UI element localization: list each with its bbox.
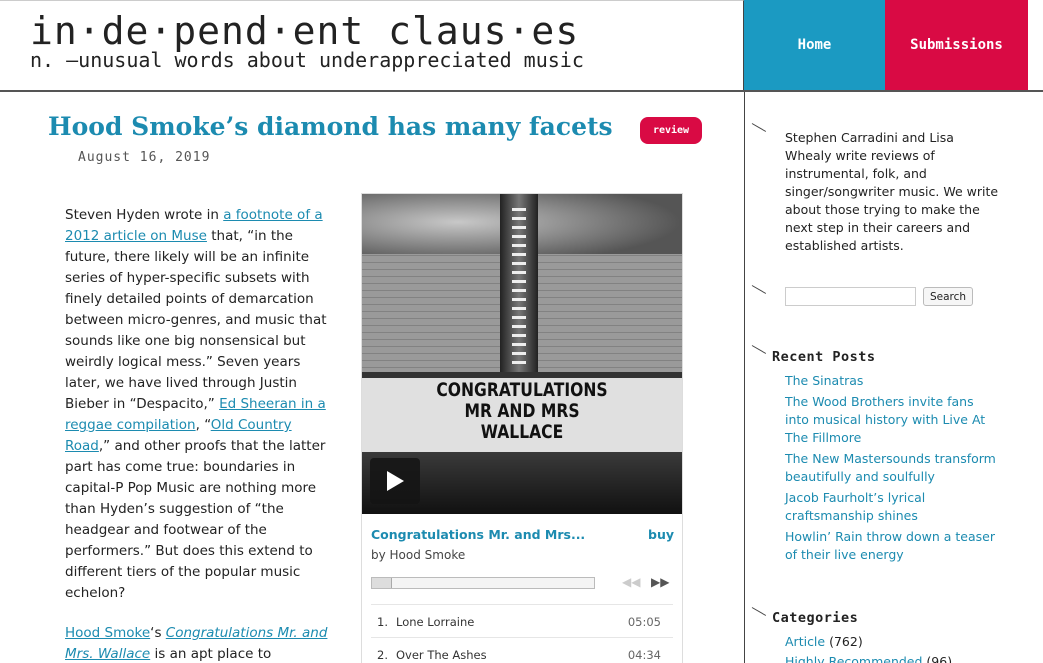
category-link[interactable]: Highly Recommended <box>785 654 922 663</box>
post-title[interactable]: Hood Smoke’s diamond has many facets <box>48 112 613 141</box>
track-name: Over The Ashes <box>396 648 487 662</box>
search-button[interactable]: Search <box>923 287 973 306</box>
site-title[interactable]: in·de·pend·ent claus·es <box>30 9 579 53</box>
player-track-title[interactable]: Congratulations Mr. and Mrs... <box>371 527 585 542</box>
track-number: 1. <box>377 615 388 629</box>
list-item: The Wood Brothers invite fans into music… <box>785 393 1000 447</box>
nav-submissions-link[interactable]: Submissions <box>885 0 1028 90</box>
site-tagline: n. —unusual words about underappreciated… <box>30 48 584 72</box>
marquee-line: CONGRATULATIONS <box>436 379 608 401</box>
marquee-line: WALLACE <box>480 421 564 443</box>
list-item: The New Mastersounds transform beautiful… <box>785 450 1000 486</box>
category-count: (96) <box>926 654 953 663</box>
widget-marker <box>751 123 767 132</box>
tracklist: 1. Lone Lorraine 05:05 2. Over The Ashes… <box>371 604 673 663</box>
text-span: Steven Hyden wrote in <box>65 207 224 223</box>
categories-heading: Categories <box>772 610 859 626</box>
list-item: The Sinatras <box>785 372 1000 390</box>
buy-link[interactable]: buy <box>648 527 674 542</box>
widget-marker <box>751 607 767 616</box>
nav-home-link[interactable]: Home <box>744 0 885 90</box>
text-span: ‘s <box>150 625 166 641</box>
widget-marker <box>751 285 767 294</box>
categories-list: Article (762) Highly Recommended (96) <box>785 633 1015 663</box>
post-date: August 16, 2019 <box>78 150 211 165</box>
list-item: Article (762) <box>785 633 1015 651</box>
widget-marker <box>751 345 767 354</box>
track-number: 2. <box>377 648 388 662</box>
album-art[interactable]: CONGRATULATIONS MR AND MRS WALLACE <box>362 194 682 514</box>
list-item: Highly Recommended (96) <box>785 653 1015 663</box>
list-item: Howlin’ Rain throw down a teaser of thei… <box>785 528 1000 564</box>
search-input[interactable] <box>785 287 916 306</box>
track-duration: 04:34 <box>627 648 661 662</box>
list-item: Jacob Faurholt’s lyrical craftsmanship s… <box>785 489 1000 525</box>
inline-link[interactable]: Hood Smoke <box>65 625 150 641</box>
recent-post-link[interactable]: Jacob Faurholt’s lyrical craftsmanship s… <box>785 490 925 523</box>
track-row[interactable]: 2. Over The Ashes 04:34 <box>371 637 673 663</box>
recent-post-link[interactable]: Howlin’ Rain throw down a teaser of thei… <box>785 529 995 562</box>
bandcamp-player: CONGRATULATIONS MR AND MRS WALLACE Congr… <box>361 193 683 663</box>
category-link[interactable]: Article <box>785 634 825 649</box>
text-span: is an apt place to <box>150 646 272 662</box>
text-span: , “ <box>195 417 211 433</box>
player-artist: by Hood Smoke <box>371 548 466 562</box>
recent-post-link[interactable]: The Sinatras <box>785 373 863 388</box>
site-header: in·de·pend·ent claus·es n. —unusual word… <box>0 0 1043 92</box>
recent-post-link[interactable]: The New Mastersounds transform beautiful… <box>785 451 996 484</box>
text-span: that, “in the future, there likely will … <box>65 228 327 412</box>
track-duration: 05:05 <box>627 615 661 629</box>
category-count: (762) <box>829 634 863 649</box>
album-art-lights <box>512 204 526 364</box>
paragraph: Steven Hyden wrote in a footnote of a 20… <box>65 205 337 604</box>
category-badge[interactable]: review <box>640 117 702 144</box>
about-text: Stephen Carradini and Lisa Whealy write … <box>785 130 999 253</box>
text-span: ,” and other proofs that the latter part… <box>65 438 326 601</box>
previous-track-icon[interactable]: ◀◀ <box>622 575 640 589</box>
progress-bar[interactable] <box>371 577 595 589</box>
paragraph: Hood Smoke‘s Congratulations Mr. and Mrs… <box>65 623 337 663</box>
recent-posts-heading: Recent Posts <box>772 349 876 365</box>
marquee-line: MR AND MRS <box>464 400 580 422</box>
recent-posts-list: The Sinatras The Wood Brothers invite fa… <box>785 372 1000 567</box>
sidebar: Stephen Carradini and Lisa Whealy write … <box>745 92 1043 663</box>
marquee-text: CONGRATULATIONS MR AND MRS WALLACE <box>391 380 653 443</box>
brand-area: in·de·pend·ent claus·es n. —unusual word… <box>0 0 744 90</box>
post-body: Steven Hyden wrote in a footnote of a 20… <box>65 205 337 663</box>
next-track-icon[interactable]: ▶▶ <box>651 575 669 589</box>
play-button[interactable] <box>370 458 420 504</box>
progress-knob[interactable] <box>372 578 392 588</box>
track-row[interactable]: 1. Lone Lorraine 05:05 <box>371 604 673 637</box>
recent-post-link[interactable]: The Wood Brothers invite fans into music… <box>785 394 985 445</box>
track-name: Lone Lorraine <box>396 615 475 629</box>
play-icon <box>387 471 404 491</box>
